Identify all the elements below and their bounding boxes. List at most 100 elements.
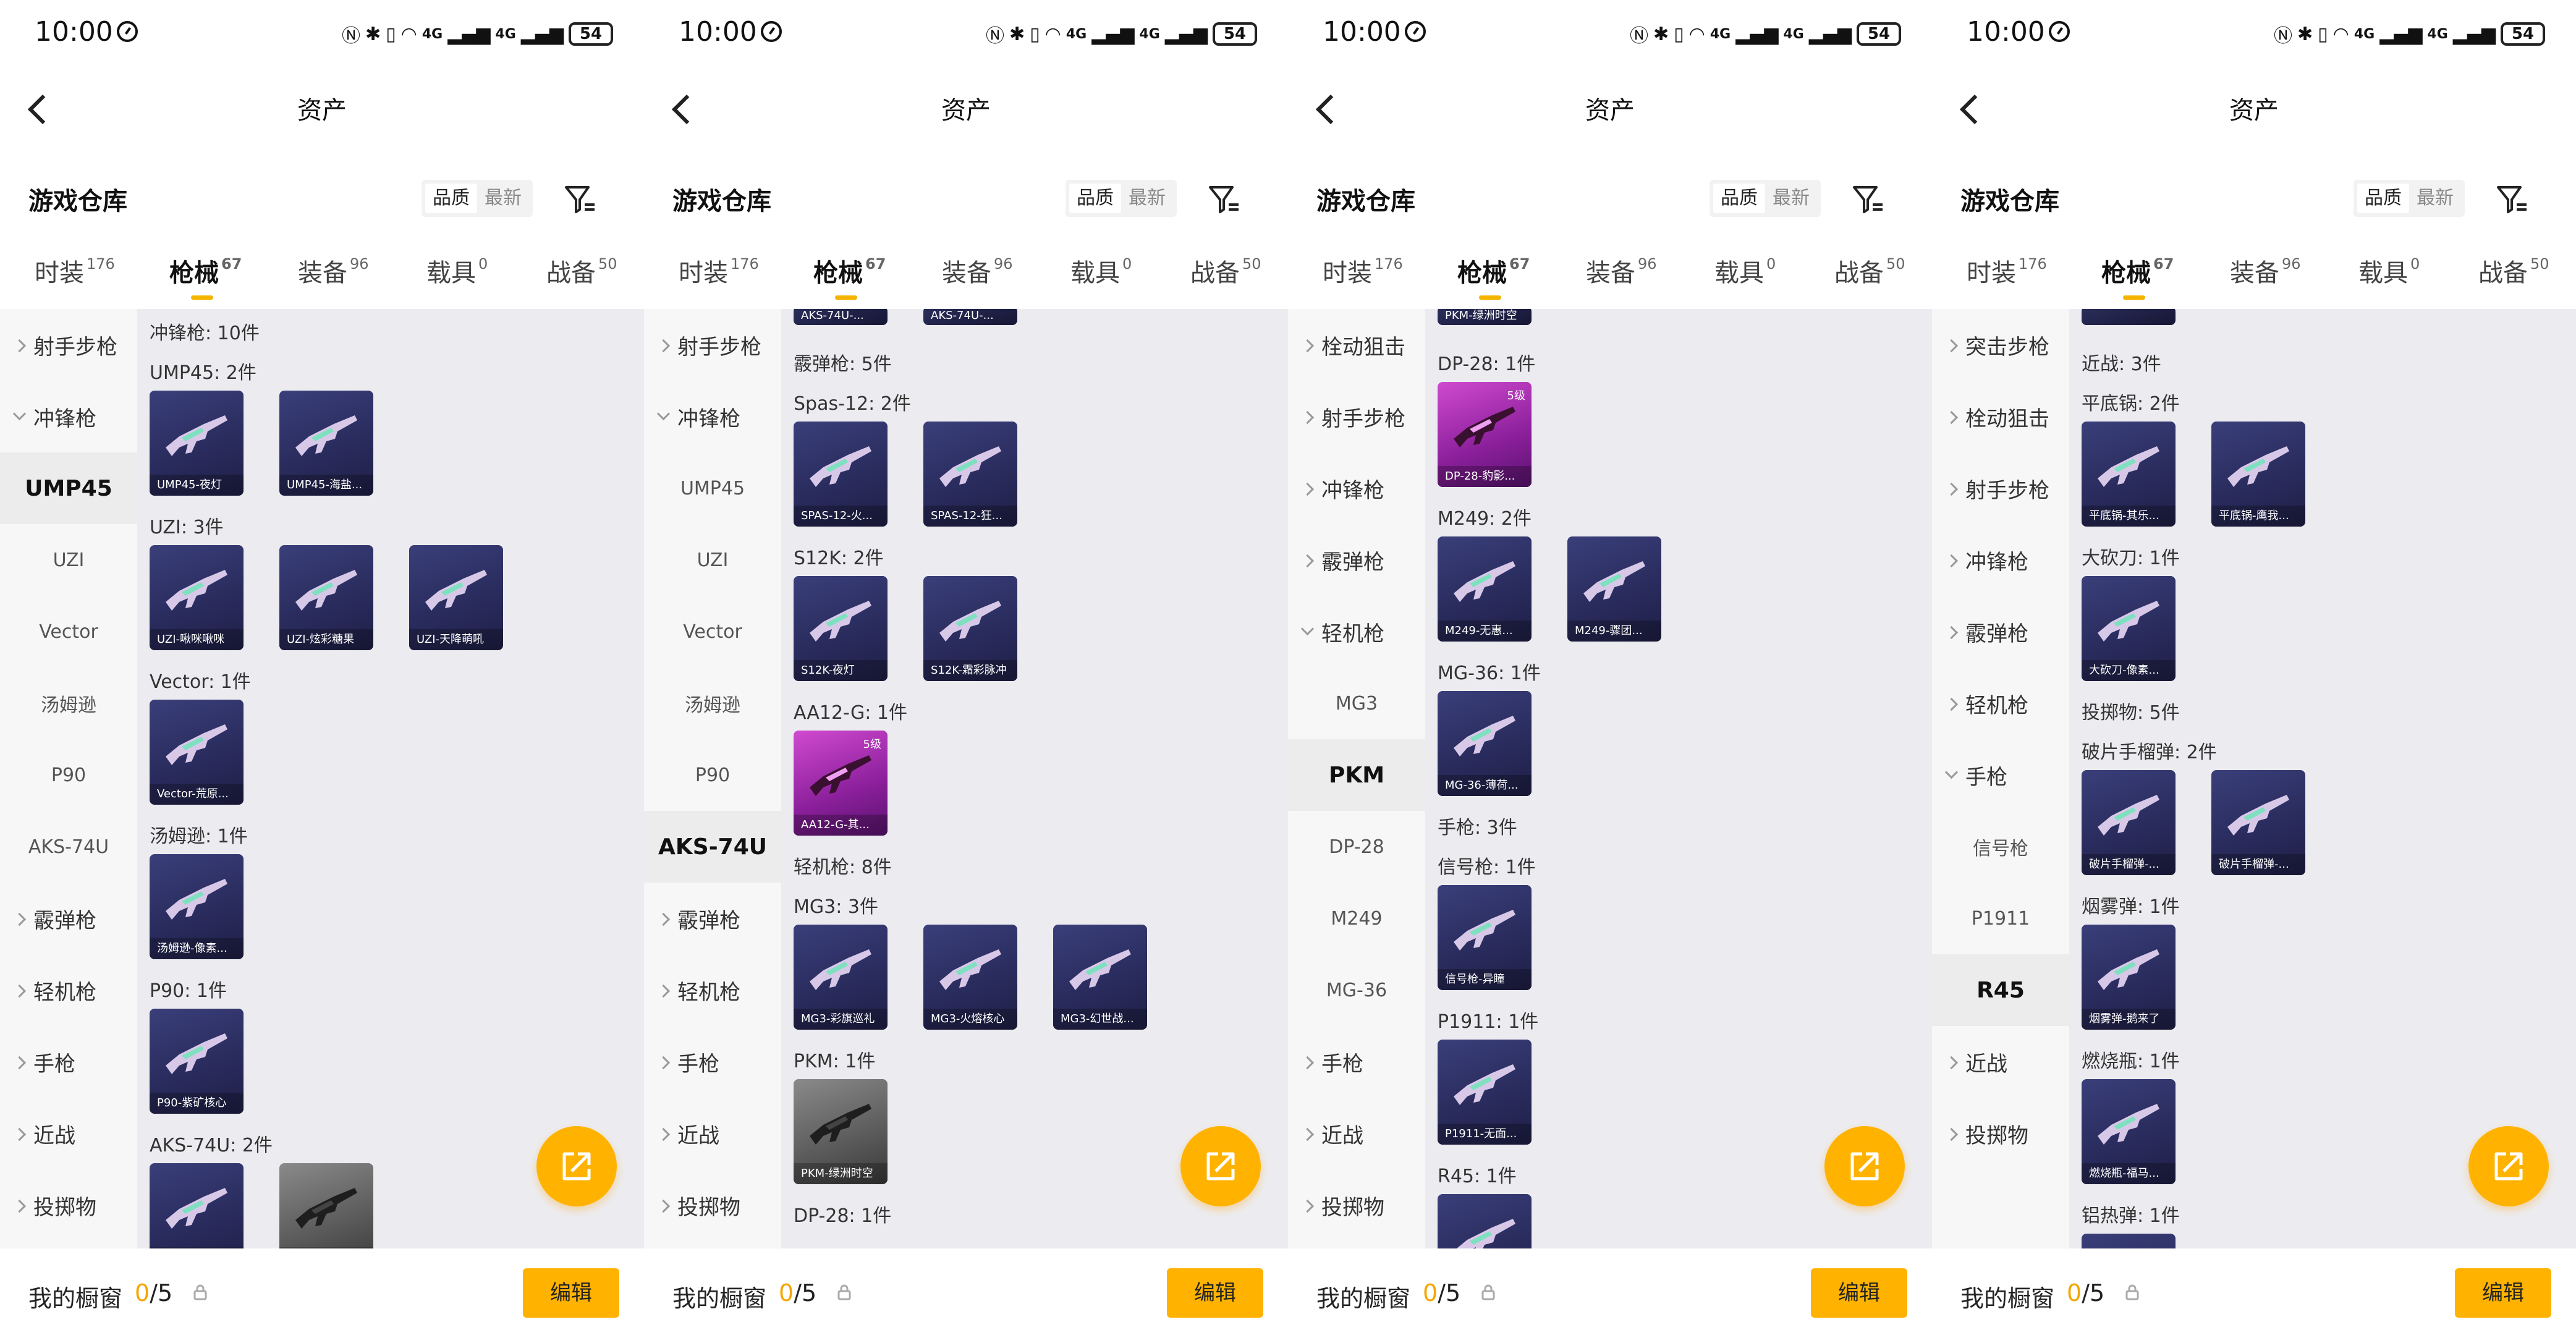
tab-vehicles[interactable]: 载具 0 bbox=[1714, 253, 1776, 290]
tab-fashion[interactable]: 时装 176 bbox=[35, 253, 115, 290]
filter-icon[interactable] bbox=[1849, 181, 1886, 218]
weapon-skin-card[interactable]: PKM-绿洲时空 bbox=[1438, 309, 1532, 325]
tab-supplies[interactable]: 战备 50 bbox=[2478, 253, 2549, 290]
edit-button[interactable]: 编辑 bbox=[1811, 1268, 1907, 1318]
sidebar-item[interactable]: 突击步枪 bbox=[1932, 309, 2069, 381]
filter-icon[interactable] bbox=[561, 181, 598, 218]
weapon-skin-card[interactable]: 破片手榴弹-... bbox=[2082, 770, 2176, 875]
weapon-skin-card[interactable]: UMP45-海盐... bbox=[279, 391, 373, 496]
sidebar-item[interactable]: 霰弹枪 bbox=[1288, 524, 1425, 596]
tab-supplies[interactable]: 战备 50 bbox=[1190, 253, 1261, 290]
sort-quality-button[interactable]: 品质 bbox=[2357, 184, 2409, 213]
sidebar-item[interactable]: 手枪 bbox=[1932, 739, 2069, 811]
sidebar-item[interactable]: 栓动狙击 bbox=[1932, 381, 2069, 452]
sidebar-item[interactable]: M249 bbox=[1288, 883, 1425, 954]
sidebar-item[interactable]: 近战 bbox=[0, 1098, 137, 1169]
edit-button[interactable]: 编辑 bbox=[2455, 1268, 2551, 1318]
sidebar-item[interactable]: 手枪 bbox=[1288, 1026, 1425, 1098]
tab-vehicles[interactable]: 载具 0 bbox=[1070, 253, 1132, 290]
tab-firearms[interactable]: 枪械 67 bbox=[169, 253, 242, 300]
sidebar-item[interactable]: 近战 bbox=[1288, 1098, 1425, 1169]
sidebar-item[interactable]: UMP45 bbox=[0, 452, 137, 524]
sidebar-item[interactable]: P1911 bbox=[1932, 883, 2069, 954]
sidebar-item[interactable]: 投掷物 bbox=[0, 1169, 137, 1241]
sidebar-item[interactable]: 汤姆逊 bbox=[644, 668, 781, 739]
sidebar-item[interactable]: 手枪 bbox=[644, 1026, 781, 1098]
sidebar-item[interactable]: 投掷物 bbox=[644, 1169, 781, 1241]
edit-button[interactable]: 编辑 bbox=[1167, 1268, 1263, 1318]
tab-equipment[interactable]: 装备 96 bbox=[2230, 253, 2301, 290]
tab-firearms[interactable]: 枪械 67 bbox=[1457, 253, 1530, 300]
weapon-skin-card[interactable]: M249-骤团... bbox=[1567, 536, 1661, 642]
share-button[interactable] bbox=[1824, 1126, 1905, 1206]
filter-icon[interactable] bbox=[2493, 181, 2530, 218]
weapon-skin-card[interactable]: P1911-无面... bbox=[1438, 1040, 1532, 1145]
weapon-skin-card[interactable]: UMP45-夜灯 bbox=[150, 391, 244, 496]
weapon-skin-card[interactable]: 平底锅-鹰我... bbox=[2211, 422, 2305, 527]
sidebar-item[interactable]: 投掷物 bbox=[1288, 1169, 1425, 1241]
sort-quality-button[interactable]: 品质 bbox=[1069, 184, 1121, 213]
weapon-skin-card[interactable]: 汤姆逊-像素... bbox=[150, 854, 244, 959]
weapon-skin-card[interactable]: 5级 DP-28-豹影... bbox=[1438, 382, 1532, 487]
tab-supplies[interactable]: 战备 50 bbox=[546, 253, 617, 290]
sidebar-item[interactable]: 汤姆逊 bbox=[0, 668, 137, 739]
weapon-skin-card[interactable] bbox=[279, 1163, 373, 1248]
weapon-skin-card[interactable]: MG3-火熔核心 bbox=[923, 925, 1017, 1030]
weapon-skin-card[interactable]: 燃烧瓶-福马... bbox=[2082, 1079, 2176, 1184]
weapon-skin-card[interactable]: 信号枪-异瞳 bbox=[1438, 885, 1532, 990]
share-button[interactable] bbox=[1180, 1126, 1261, 1206]
sort-newest-button[interactable]: 最新 bbox=[2409, 184, 2461, 213]
filter-icon[interactable] bbox=[1205, 181, 1242, 218]
weapon-skin-card[interactable]: Vector-荒原... bbox=[150, 700, 244, 805]
weapon-skin-card[interactable]: S12K-霜彩脉冲 bbox=[923, 576, 1017, 681]
sidebar-item[interactable]: 射手步枪 bbox=[644, 309, 781, 381]
tab-fashion[interactable]: 时装 176 bbox=[1967, 253, 2047, 290]
tab-vehicles[interactable]: 载具 0 bbox=[2358, 253, 2420, 290]
tab-fashion[interactable]: 时装 176 bbox=[679, 253, 759, 290]
sidebar-item[interactable]: 霰弹枪 bbox=[644, 883, 781, 954]
sidebar-item[interactable]: 手枪 bbox=[0, 1026, 137, 1098]
weapon-skin-card[interactable]: M249-无惠... bbox=[1438, 536, 1532, 642]
sidebar-item[interactable]: 霰弹枪 bbox=[1932, 596, 2069, 668]
sidebar-item[interactable]: AKS-74U bbox=[0, 811, 137, 883]
sort-newest-button[interactable]: 最新 bbox=[1121, 184, 1173, 213]
sidebar-item[interactable]: 射手步枪 bbox=[1932, 452, 2069, 524]
share-button[interactable] bbox=[536, 1126, 617, 1206]
sidebar-item[interactable]: MG3 bbox=[1288, 668, 1425, 739]
sidebar-item[interactable]: 冲锋枪 bbox=[1932, 524, 2069, 596]
tab-firearms[interactable]: 枪械 67 bbox=[2101, 253, 2174, 300]
weapon-skin-card[interactable]: MG-36-薄荷... bbox=[1438, 691, 1532, 796]
tab-equipment[interactable]: 装备 96 bbox=[1586, 253, 1657, 290]
sort-quality-button[interactable]: 品质 bbox=[425, 184, 477, 213]
weapon-skin-card[interactable]: UZI-天降萌吼 bbox=[409, 545, 503, 650]
sidebar-item[interactable]: 射手步枪 bbox=[1288, 381, 1425, 452]
sidebar-item[interactable]: 冲锋枪 bbox=[0, 381, 137, 452]
weapon-skin-card[interactable] bbox=[2082, 309, 2176, 325]
weapon-skin-card[interactable]: MG3-彩旗巡礼 bbox=[794, 925, 888, 1030]
weapon-skin-card[interactable]: SPAS-12-狂... bbox=[923, 422, 1017, 527]
weapon-skin-card[interactable]: PKM-绿洲时空 bbox=[794, 1079, 888, 1184]
sidebar-item[interactable]: 射手步枪 bbox=[0, 309, 137, 381]
sidebar-item[interactable]: 轻机枪 bbox=[1288, 596, 1425, 668]
tab-equipment[interactable]: 装备 96 bbox=[298, 253, 369, 290]
weapon-skin-card[interactable]: MG3-幻世战... bbox=[1053, 925, 1147, 1030]
tab-vehicles[interactable]: 载具 0 bbox=[426, 253, 488, 290]
sidebar-item[interactable]: Vector bbox=[644, 596, 781, 668]
weapon-skin-card[interactable]: 烟雾弹-鹅来了 bbox=[2082, 925, 2176, 1030]
sort-newest-button[interactable]: 最新 bbox=[1765, 184, 1817, 213]
tab-fashion[interactable]: 时装 176 bbox=[1323, 253, 1403, 290]
weapon-skin-card[interactable]: 平底锅-其乐... bbox=[2082, 422, 2176, 527]
sidebar-item[interactable]: 信号枪 bbox=[1932, 811, 2069, 883]
weapon-skin-card[interactable]: 5级 AA12-G-其... bbox=[794, 731, 888, 836]
tab-supplies[interactable]: 战备 50 bbox=[1834, 253, 1905, 290]
share-button[interactable] bbox=[2468, 1126, 2549, 1206]
weapon-skin-card[interactable] bbox=[2082, 1234, 2176, 1248]
sidebar-item[interactable]: 投掷物 bbox=[1932, 1098, 2069, 1169]
sidebar-item[interactable]: 栓动狙击 bbox=[1288, 309, 1425, 381]
sidebar-item[interactable]: 轻机枪 bbox=[1932, 668, 2069, 739]
weapon-skin-card[interactable]: 破片手榴弹-... bbox=[2211, 770, 2305, 875]
sidebar-item[interactable]: MG-36 bbox=[1288, 954, 1425, 1026]
sidebar-item[interactable]: 轻机枪 bbox=[644, 954, 781, 1026]
weapon-skin-card[interactable]: SPAS-12-火... bbox=[794, 422, 888, 527]
sidebar-item[interactable]: R45 bbox=[1932, 954, 2069, 1026]
